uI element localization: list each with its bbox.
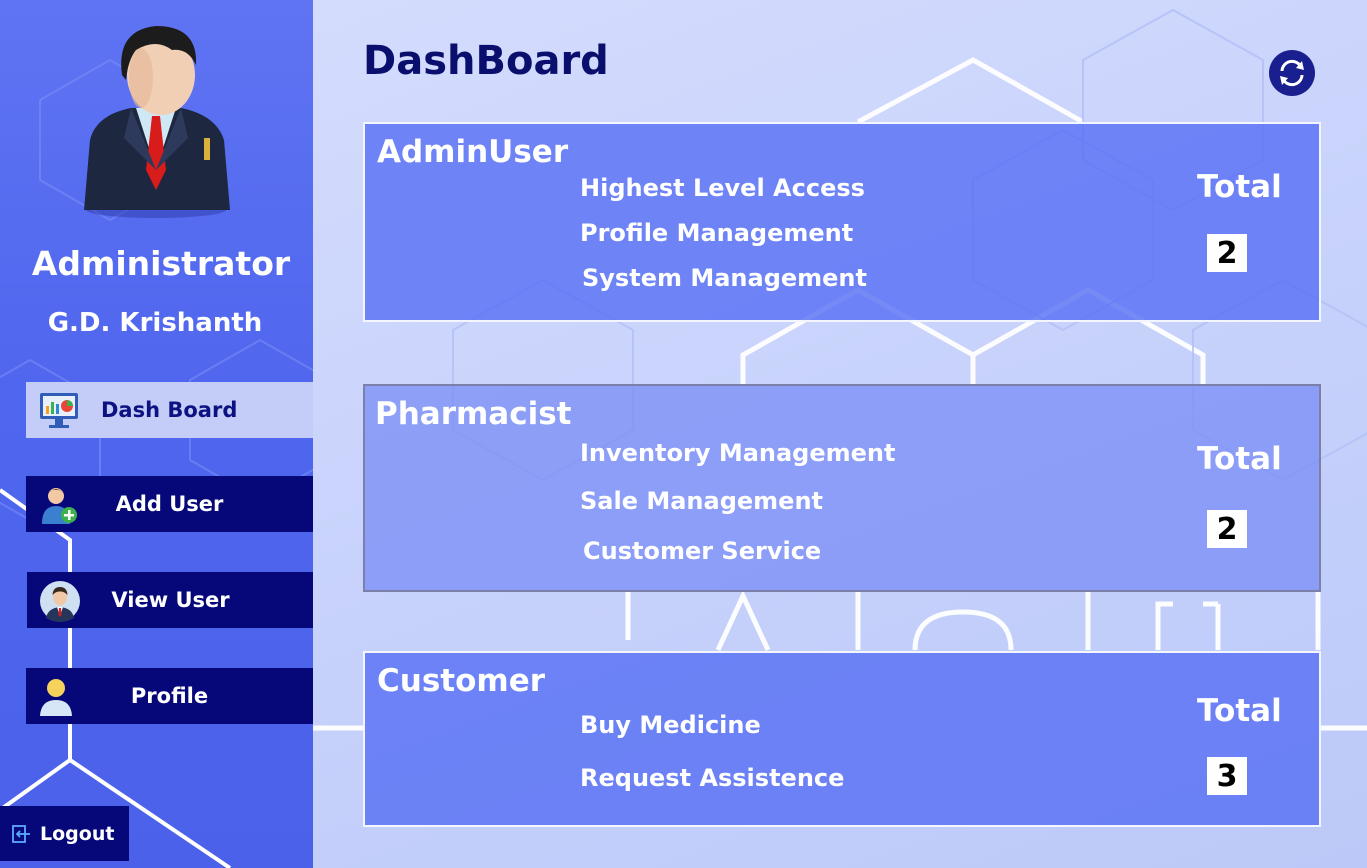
- role-title: Administrator: [31, 244, 291, 283]
- card-feature: Customer Service: [583, 537, 822, 565]
- nav-profile-label: Profile: [130, 684, 209, 708]
- nav-dashboard-label: Dash Board: [101, 398, 238, 422]
- card-title: Customer: [377, 663, 546, 699]
- page-title: DashBoard: [363, 38, 609, 84]
- nav-profile[interactable]: Profile: [26, 668, 313, 724]
- card-feature: Profile Management: [580, 219, 854, 247]
- card-feature: Highest Level Access: [580, 174, 865, 202]
- admin-avatar: [84, 26, 230, 218]
- card-title: Pharmacist: [375, 396, 572, 432]
- card-pharmacist: Pharmacist Inventory Management Sale Man…: [363, 384, 1321, 592]
- card-feature: System Management: [582, 264, 867, 292]
- nav-view-user-label: View User: [111, 588, 230, 612]
- card-feature: Request Assistence: [580, 764, 845, 792]
- monitor-chart-icon: [40, 393, 78, 428]
- main-content: DashBoard AdminUser Highest Level Access…: [313, 0, 1367, 868]
- logout-label: Logout: [40, 822, 115, 845]
- card-title: AdminUser: [377, 134, 569, 170]
- sidebar: Administrator G.D. Krishanth Dash Board …: [0, 0, 313, 868]
- card-feature: Sale Management: [580, 487, 823, 515]
- card-total-label: Total: [1197, 693, 1282, 729]
- refresh-icon: [1280, 59, 1304, 87]
- card-admin-user: AdminUser Highest Level Access Profile M…: [363, 122, 1321, 322]
- user-name: G.D. Krishanth: [47, 308, 263, 338]
- card-feature: Inventory Management: [580, 439, 896, 467]
- refresh-button[interactable]: [1269, 50, 1315, 96]
- nav-dashboard[interactable]: Dash Board: [26, 382, 313, 438]
- card-total-value: 3: [1207, 757, 1247, 795]
- nav-add-user[interactable]: Add User: [26, 476, 313, 532]
- card-feature: Buy Medicine: [580, 711, 761, 739]
- card-total-value: 2: [1207, 234, 1247, 272]
- nav-view-user[interactable]: View User: [27, 572, 313, 628]
- logout-icon: [12, 824, 30, 843]
- card-total-label: Total: [1197, 441, 1282, 477]
- logout-button[interactable]: Logout: [0, 806, 129, 861]
- card-total-label: Total: [1197, 169, 1282, 205]
- card-customer: Customer Buy Medicine Request Assistence…: [363, 651, 1321, 827]
- nav-add-user-label: Add User: [115, 492, 224, 516]
- card-total-value: 2: [1207, 510, 1247, 548]
